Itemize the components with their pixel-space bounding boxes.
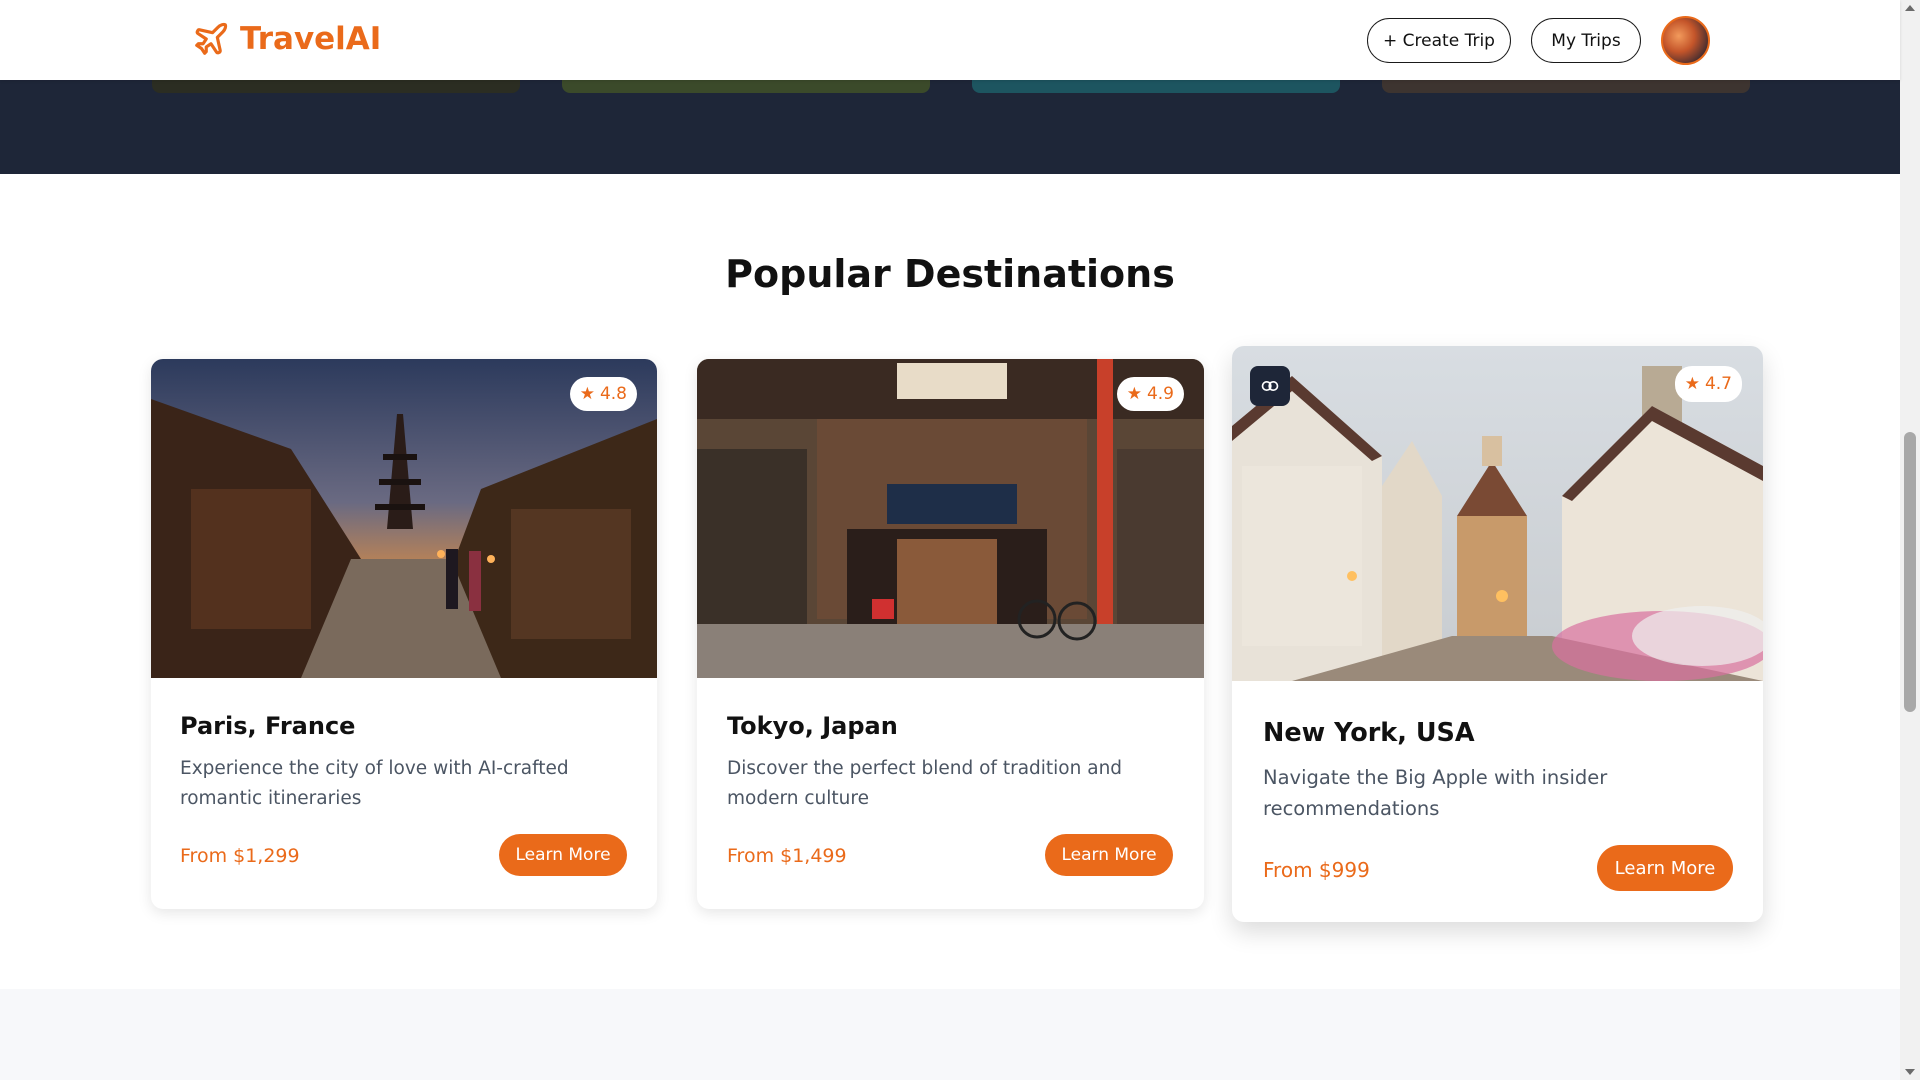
rating-value: 4.9 xyxy=(1146,384,1174,404)
destination-card: ★ 4.8 Paris, France Experience the city … xyxy=(151,359,657,909)
brand-logo[interactable]: TravelAI xyxy=(192,20,381,58)
brain-icon xyxy=(1261,381,1279,391)
previous-card-image xyxy=(562,80,930,93)
airplane-icon xyxy=(195,22,228,55)
rating-value: 4.8 xyxy=(599,384,627,404)
scroll-up-icon[interactable] xyxy=(1905,5,1915,11)
destination-title: Tokyo, Japan xyxy=(727,712,898,740)
star-icon: ★ xyxy=(579,384,595,404)
rating-badge: ★ 4.7 xyxy=(1674,366,1742,402)
destination-price: From $1,299 xyxy=(180,845,300,867)
previous-card-image xyxy=(152,80,520,93)
my-trips-button[interactable]: My Trips xyxy=(1531,18,1641,63)
destination-price: From $1,499 xyxy=(727,845,847,867)
vertical-scrollbar[interactable] xyxy=(1900,0,1920,1080)
star-icon: ★ xyxy=(1684,374,1700,394)
star-icon: ★ xyxy=(1126,384,1142,404)
page: TravelAI + Create Trip My Trips Popular … xyxy=(0,0,1920,1080)
create-trip-button[interactable]: + Create Trip xyxy=(1367,18,1511,63)
destination-description: Discover the perfect blend of tradition … xyxy=(727,758,1123,809)
ai-badge xyxy=(1250,366,1290,406)
next-section xyxy=(0,989,1900,1080)
previous-card-image xyxy=(972,80,1340,93)
brand-name: TravelAI xyxy=(240,21,382,57)
destination-title: Paris, France xyxy=(180,712,356,740)
rating-value: 4.7 xyxy=(1704,374,1732,394)
learn-more-button[interactable]: Learn More xyxy=(499,834,627,876)
destination-description: Experience the city of love with AI-craf… xyxy=(180,758,569,809)
destination-price: From $999 xyxy=(1263,858,1370,882)
rating-badge: ★ 4.9 xyxy=(1116,377,1184,411)
rating-badge: ★ 4.8 xyxy=(569,377,637,411)
learn-more-button[interactable]: Learn More xyxy=(1597,845,1733,891)
previous-section-band xyxy=(0,80,1900,174)
section-title: Popular Destinations xyxy=(725,252,1175,296)
destination-card: ★ 4.7 New York, USA Navigate the Big App… xyxy=(1232,346,1763,922)
destination-card: ★ 4.9 Tokyo, Japan Discover the perfect … xyxy=(697,359,1204,909)
top-header: TravelAI + Create Trip My Trips xyxy=(0,0,1900,80)
destination-description: Navigate the Big Apple with insider reco… xyxy=(1263,766,1608,821)
scrollbar-thumb[interactable] xyxy=(1904,432,1916,712)
destination-title: New York, USA xyxy=(1263,718,1475,748)
user-avatar[interactable] xyxy=(1661,16,1710,65)
scroll-down-icon[interactable] xyxy=(1905,1069,1915,1075)
learn-more-button[interactable]: Learn More xyxy=(1045,834,1173,876)
previous-card-image xyxy=(1382,80,1750,93)
